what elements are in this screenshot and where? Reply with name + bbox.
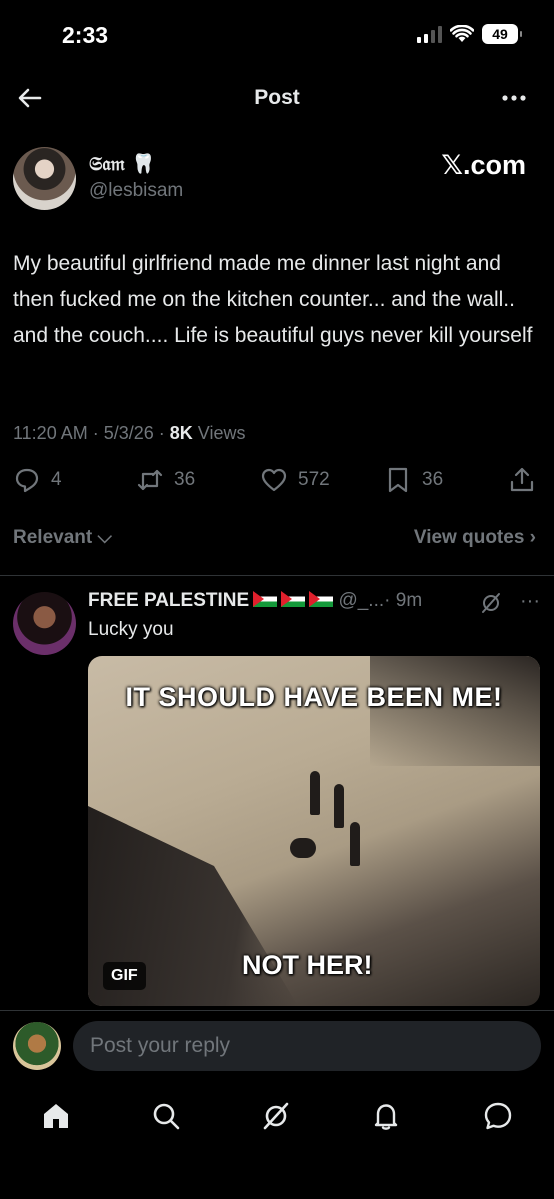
views-count: 8K [169,423,193,443]
signal-icon [417,25,442,43]
post-actions: 4 36 572 36 [0,466,554,500]
view-quotes-link[interactable]: View quotes › [414,527,536,549]
views-label: Views [192,423,246,443]
post-meta: 11:20 AM · 5/3/26 · 8K Views [13,423,245,444]
gif-figure [350,822,360,866]
bookmark-button[interactable]: 36 [384,466,443,494]
reply-composer[interactable] [73,1021,541,1071]
battery-icon: 49 [482,24,522,44]
heart-icon [261,468,287,492]
bottom-tab-bar [0,1092,554,1142]
reply-gif[interactable]: IT SHOULD HAVE BEEN ME! NOT HER! GIF [88,656,540,1006]
gif-caption-top: IT SHOULD HAVE BEEN ME! [125,682,503,712]
bookmark-icon [388,467,408,493]
reply-text: Lucky you [88,619,174,640]
reply-input[interactable] [73,1021,541,1071]
post-header: Post [0,76,554,122]
grok-icon[interactable] [260,1100,292,1132]
gif-figure [310,771,320,815]
bookmark-count: 36 [422,469,444,490]
post-time: 11:20 AM · 5/3/26 · [13,423,170,443]
reply-more-icon[interactable]: ··· [520,590,540,613]
reply-display-name[interactable]: FREE PALESTINE [88,590,249,611]
page-title: Post [254,86,300,109]
home-icon[interactable] [40,1100,72,1132]
status-icons: 49 [417,24,522,44]
x-com-watermark: 𝕏.com [441,150,526,180]
flag-icon [253,591,278,607]
like-button[interactable]: 572 [260,466,330,494]
gif-figure [290,838,316,858]
repost-count: 36 [174,469,196,490]
share-icon [510,467,534,492]
divider [0,1010,554,1011]
status-bar: 2:33 49 [0,0,554,70]
like-count: 572 [298,469,330,490]
bell-icon[interactable] [370,1100,402,1132]
reply-time: · 9m [384,590,423,611]
share-button[interactable] [508,466,536,494]
message-icon[interactable] [482,1100,514,1132]
flag-icon [309,591,334,607]
gif-badge: GIF [103,962,146,990]
repost-button[interactable]: 36 [136,466,195,494]
gif-caption-bottom: NOT HER! [242,950,373,980]
sort-relevant-button[interactable]: Relevant ⌵ [13,527,112,549]
composer-avatar [13,1022,61,1070]
more-icon[interactable] [500,84,528,112]
reply-handle[interactable]: @_... [338,590,384,611]
post-handle[interactable]: @lesbisam [89,180,183,202]
flag-icon [281,591,306,607]
reply-sort-row: Relevant ⌵ View quotes › [0,527,554,553]
avatar[interactable] [13,147,76,210]
wifi-icon [450,25,474,42]
divider [0,575,554,576]
status-time: 2:33 [62,22,109,48]
post-display-name[interactable]: 𝔖𝔞𝔪 🦷 [89,152,155,175]
reply-header: FREE PALESTINE @_...· 9m [88,590,548,616]
grok-icon[interactable] [480,592,502,614]
gif-figure [334,784,344,828]
reply-avatar[interactable] [13,592,76,655]
reply-button[interactable]: 4 [13,466,62,494]
reply-count: 4 [51,469,62,490]
repost-icon [137,469,163,491]
search-icon[interactable] [150,1100,182,1132]
post-text: My beautiful girlfriend made me dinner l… [13,252,533,347]
speech-bubble-icon [15,468,39,493]
